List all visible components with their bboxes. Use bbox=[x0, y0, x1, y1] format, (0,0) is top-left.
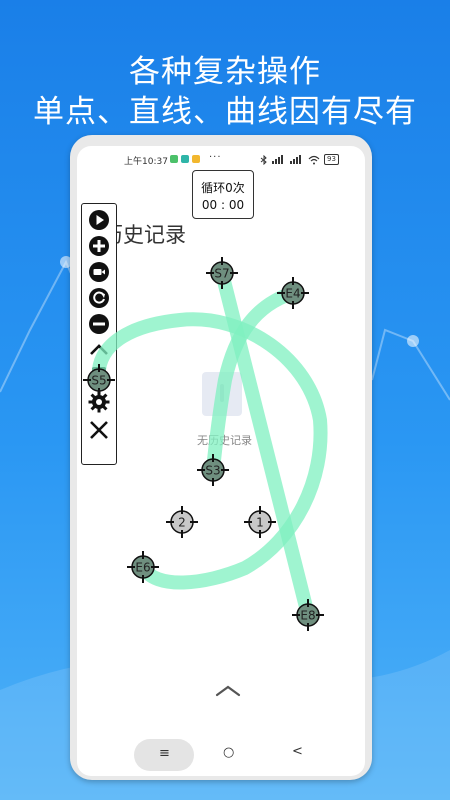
touch-point-label: 1 bbox=[256, 516, 264, 530]
touch-point-label: E8 bbox=[300, 609, 315, 623]
touch-point-marker[interactable]: E8 bbox=[292, 599, 324, 631]
touch-point-label: S3 bbox=[205, 464, 220, 478]
touch-point-label: 2 bbox=[178, 516, 186, 530]
navigation-bar: ≡ ○ < bbox=[77, 737, 365, 777]
touch-point-marker[interactable]: S5 bbox=[83, 364, 115, 396]
touch-point-label: S5 bbox=[91, 374, 106, 388]
back-button[interactable]: < bbox=[292, 744, 303, 759]
home-button[interactable]: ○ bbox=[223, 745, 234, 760]
touch-point-marker[interactable]: 1 bbox=[244, 506, 276, 538]
touch-point-marker[interactable]: S3 bbox=[197, 454, 229, 486]
touch-point-label: S7 bbox=[214, 267, 229, 281]
touch-point-marker[interactable]: S7 bbox=[206, 257, 238, 289]
menu-icon: ≡ bbox=[159, 746, 170, 761]
touch-point-label: E6 bbox=[135, 561, 150, 575]
touch-point-label: E4 bbox=[285, 287, 300, 301]
expand-up-chevron-icon[interactable] bbox=[214, 683, 242, 697]
touch-point-marker[interactable]: 2 bbox=[166, 506, 198, 538]
gesture-overlay: S7 E4 S5 S3 2 1 E6 E8 bbox=[83, 257, 328, 631]
